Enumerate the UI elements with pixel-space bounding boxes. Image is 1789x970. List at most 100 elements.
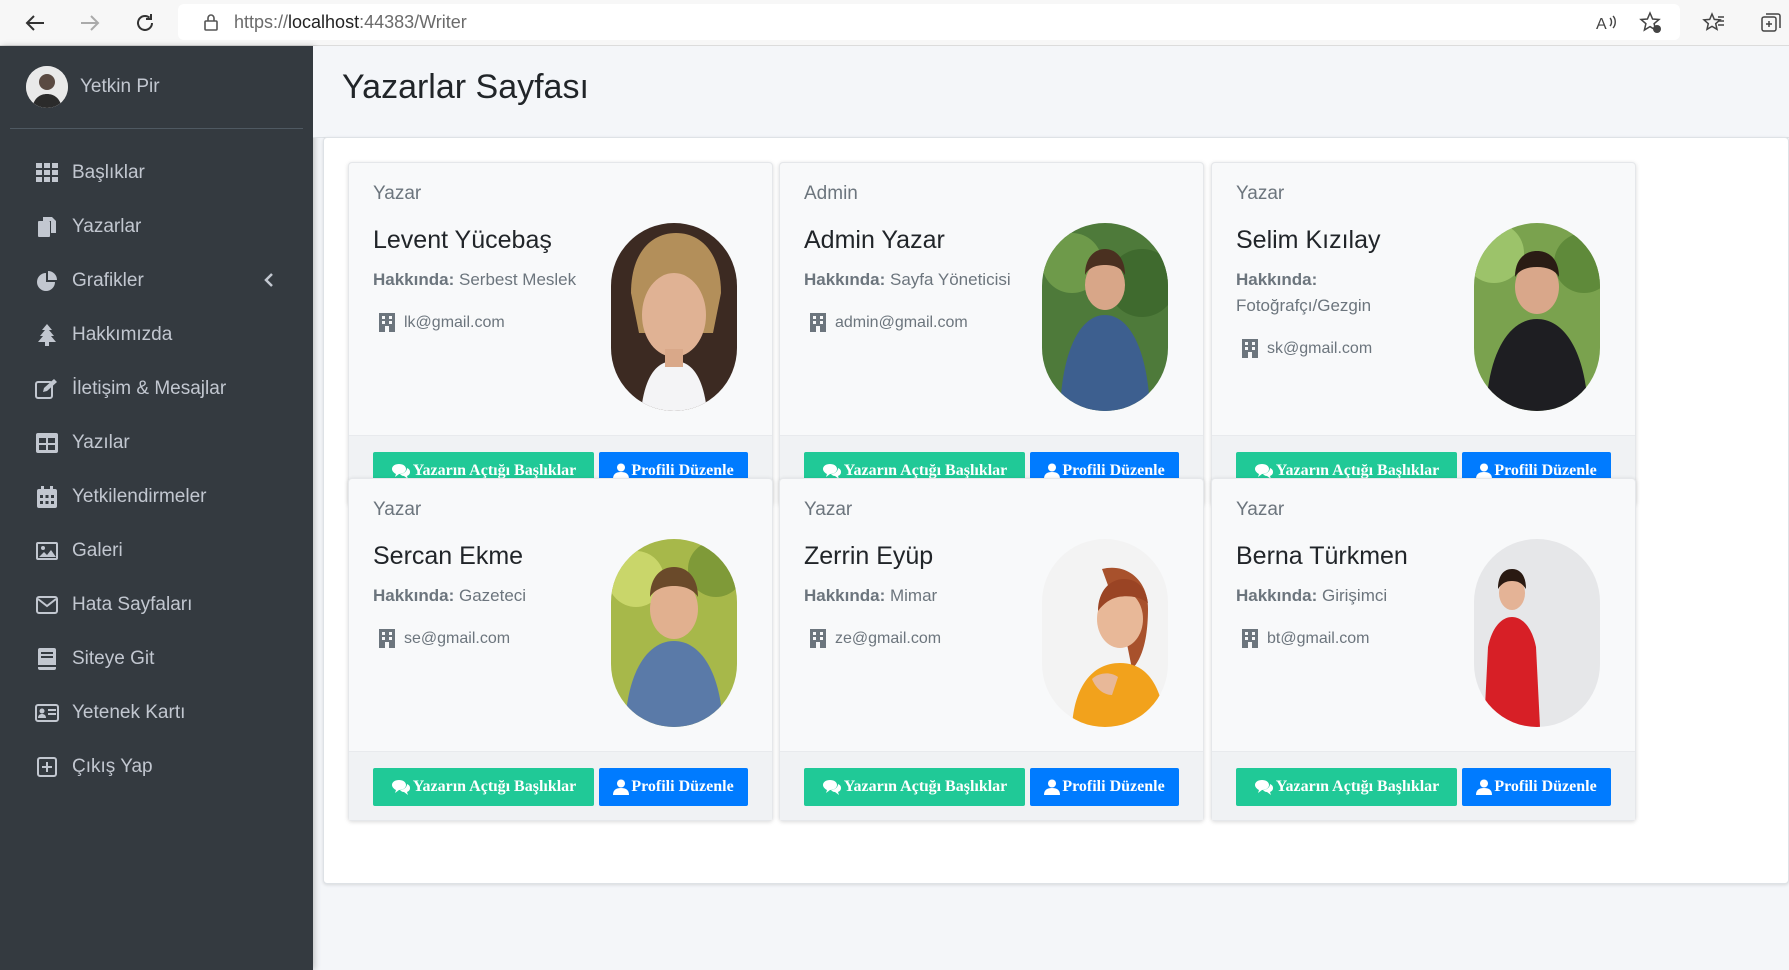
edit-icon xyxy=(34,376,60,402)
writer-photo xyxy=(611,223,737,411)
writer-about: Hakkında: Serbest Meslek xyxy=(373,270,577,289)
writer-card: Admin Admin Yazar Hakkında: Sayfa Yöneti… xyxy=(779,162,1204,505)
add-favorite-button[interactable] xyxy=(1636,8,1666,38)
sidebar-item-label: Yetkilendirmeler xyxy=(72,486,207,507)
collections-button[interactable] xyxy=(1756,8,1786,38)
building-icon xyxy=(379,629,395,648)
url-text: https://localhost:44383/Writer xyxy=(234,11,467,32)
edit-profile-button[interactable]: Profili Düzenle xyxy=(599,768,748,806)
sidebar-item-grafikler[interactable]: Grafikler xyxy=(10,254,303,308)
sidebar-item-basliklar[interactable]: Başlıklar xyxy=(10,146,303,200)
sidebar-item-label: Başlıklar xyxy=(72,162,145,183)
forward-button[interactable] xyxy=(75,8,105,38)
writer-role: Yazar xyxy=(373,183,422,204)
writer-photo xyxy=(1474,223,1600,411)
writer-role: Yazar xyxy=(1236,499,1285,520)
favorites-button[interactable] xyxy=(1699,8,1729,38)
comments-icon xyxy=(822,464,841,479)
sidebar-item-hakkimizda[interactable]: Hakkımızda xyxy=(10,308,303,362)
writer-about: Hakkında: Gazeteci xyxy=(373,586,527,605)
tree-icon xyxy=(34,322,60,348)
edit-profile-button[interactable]: Profili Düzenle xyxy=(1030,768,1179,806)
writer-about: Hakkında: Girişimci xyxy=(1236,586,1388,605)
forward-arrow-icon xyxy=(81,15,100,31)
refresh-button[interactable] xyxy=(130,8,160,38)
user-icon xyxy=(613,463,630,479)
user-icon xyxy=(1476,779,1493,795)
envelope-icon xyxy=(34,592,60,618)
writer-card: Yazar Levent Yücebaş Hakkında: Serbest M… xyxy=(348,162,773,505)
comments-icon xyxy=(1254,464,1273,479)
user-icon xyxy=(1476,463,1493,479)
writer-card: Yazar Selim Kızılay Hakkında: Fotoğrafçı… xyxy=(1211,162,1636,505)
back-arrow-icon xyxy=(25,15,44,31)
book-icon xyxy=(34,646,60,672)
writer-role: Admin xyxy=(804,183,858,204)
sidebar-item-yetkilendirmeler[interactable]: Yetkilendirmeler xyxy=(10,470,303,524)
writer-role: Yazar xyxy=(1236,183,1285,204)
sidebar-item-iletisim[interactable]: İletişim & Mesajlar xyxy=(10,362,303,416)
sidebar-item-label: Grafikler xyxy=(72,270,144,291)
avatar xyxy=(26,66,68,108)
writer-name: Berna Türkmen xyxy=(1236,542,1408,570)
writer-photo xyxy=(1474,539,1600,727)
read-aloud-button[interactable]: A xyxy=(1592,8,1622,38)
writer-name: Admin Yazar xyxy=(804,226,945,254)
sidebar-item-galeri[interactable]: Galeri xyxy=(10,524,303,578)
building-icon xyxy=(810,313,826,332)
star-add-icon xyxy=(1639,11,1661,33)
writer-email: sk@gmail.com xyxy=(1242,339,1372,358)
id-card-icon xyxy=(34,700,60,726)
sidebar-item-label: Siteye Git xyxy=(72,648,155,669)
image-icon xyxy=(34,538,60,564)
sidebar-item-label: Yazarlar xyxy=(72,216,142,237)
writer-photo xyxy=(1042,223,1168,411)
writer-photo xyxy=(1042,539,1168,727)
browser-toolbar: https://localhost:44383/Writer A xyxy=(0,0,1789,46)
sidebar-item-yazarlar[interactable]: Yazarlar xyxy=(10,200,303,254)
writer-email: ze@gmail.com xyxy=(810,629,941,648)
grid-icon xyxy=(34,160,60,186)
card-footer: Yazarın Açtığı Başlıklar Profili Düzenle xyxy=(1212,751,1635,820)
writer-card: Yazar Berna Türkmen Hakkında: Girişimci … xyxy=(1211,478,1636,821)
writer-topics-button[interactable]: Yazarın Açtığı Başlıklar xyxy=(804,768,1025,806)
sidebar-item-label: Hakkımızda xyxy=(72,324,173,345)
sidebar-menu: Başlıklar Yazarlar Grafikler Hakkımızda … xyxy=(10,146,303,794)
sidebar-item-label: Hata Sayfaları xyxy=(72,594,193,615)
refresh-icon xyxy=(137,14,153,31)
user-panel[interactable]: Yetkin Pir xyxy=(10,46,303,129)
lock-icon xyxy=(204,14,218,31)
user-icon xyxy=(613,779,630,795)
writer-card: Yazar Sercan Ekme Hakkında: Gazeteci se@… xyxy=(348,478,773,821)
writer-about: Hakkında: Mimar xyxy=(804,586,938,605)
writer-about: Hakkında: Fotoğrafçı/Gezgin xyxy=(1236,270,1372,315)
user-icon xyxy=(1044,779,1061,795)
writer-about: Hakkında: Sayfa Yöneticisi xyxy=(804,270,1011,289)
writer-topics-button[interactable]: Yazarın Açtığı Başlıklar xyxy=(373,768,594,806)
pie-chart-icon xyxy=(34,268,60,294)
address-bar[interactable]: https://localhost:44383/Writer xyxy=(178,4,1680,40)
sidebar-item-hata-sayfalari[interactable]: Hata Sayfaları xyxy=(10,578,303,632)
sidebar-item-yazilar[interactable]: Yazılar xyxy=(10,416,303,470)
writer-card: Yazar Zerrin Eyüp Hakkında: Mimar ze@gma… xyxy=(779,478,1204,821)
user-icon xyxy=(1044,463,1061,479)
writers-panel: Yazar Levent Yücebaş Hakkında: Serbest M… xyxy=(323,137,1789,884)
chevron-left-icon xyxy=(264,273,273,287)
building-icon xyxy=(379,313,395,332)
sidebar-item-cikis-yap[interactable]: Çıkış Yap xyxy=(10,740,303,794)
building-icon xyxy=(1242,339,1258,358)
sidebar-item-siteye-git[interactable]: Siteye Git xyxy=(10,632,303,686)
sidebar-item-label: Galeri xyxy=(72,540,123,561)
collections-icon xyxy=(1761,13,1781,32)
edit-profile-button[interactable]: Profili Düzenle xyxy=(1462,768,1611,806)
comments-icon xyxy=(391,464,410,479)
building-icon xyxy=(1242,629,1258,648)
back-button[interactable] xyxy=(20,8,50,38)
sidebar-item-yetenek-karti[interactable]: Yetenek Kartı xyxy=(10,686,303,740)
sidebar: Yetkin Pir Başlıklar Yazarlar Grafikler … xyxy=(0,46,313,970)
comments-icon xyxy=(391,780,410,795)
favorites-icon xyxy=(1702,12,1724,31)
writer-topics-button[interactable]: Yazarın Açtığı Başlıklar xyxy=(1236,768,1457,806)
copy-icon xyxy=(34,214,60,240)
writer-email: lk@gmail.com xyxy=(379,313,505,332)
